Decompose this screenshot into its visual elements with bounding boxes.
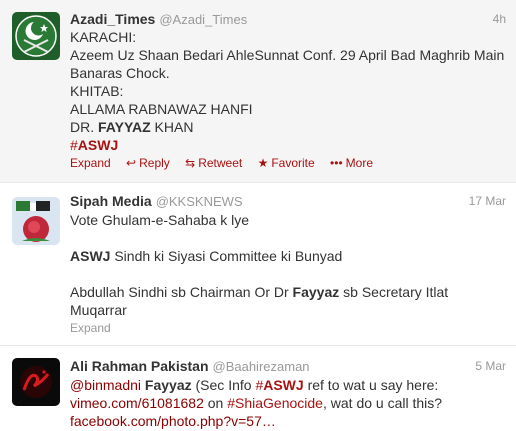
search-term-highlight: ASWJ bbox=[70, 248, 111, 264]
tweet-fullname[interactable]: Sipah Media bbox=[70, 193, 152, 209]
tweet-text-line: Muqarrar bbox=[70, 302, 127, 318]
text-segment: DR. bbox=[70, 119, 98, 135]
tweet[interactable]: Sipah Media @KKSKNEWS 17 Mar Vote Ghulam-… bbox=[0, 183, 516, 346]
retweet-label: Retweet bbox=[198, 156, 243, 170]
hashtag-text: ASWJ bbox=[77, 137, 119, 153]
hash-symbol: # bbox=[70, 137, 78, 153]
tweet-text-line: Abdullah Sindhi sb Chairman Or Dr Fayyaz… bbox=[70, 283, 506, 301]
tweet-actions: Expand ↩ Reply ⇆ Retweet ★ Favorite ••• More bbox=[70, 155, 385, 171]
search-term-highlight: FAYYAZ bbox=[98, 119, 151, 135]
tweet-header: Sipah Media @KKSKNEWS 17 Mar bbox=[70, 192, 506, 211]
hashtag-text: ASWJ bbox=[263, 377, 304, 393]
favorite-button[interactable]: ★ Favorite bbox=[258, 155, 315, 171]
ellipsis-icon: ••• bbox=[330, 156, 343, 170]
hashtag-shiagenocide[interactable]: #ShiaGenocide bbox=[227, 395, 323, 411]
tweet-text: Vote Ghulam-e-Sahaba k lye ASWJ Sindh ki… bbox=[70, 211, 506, 319]
text-segment: sb Secretary Itlat bbox=[339, 284, 449, 300]
tweet-username[interactable]: @KKSKNEWS bbox=[156, 194, 243, 209]
retweet-icon: ⇆ bbox=[185, 156, 196, 170]
tweet-text-line: ASWJ Sindh ki Siyasi Committee ki Bunyad bbox=[70, 247, 506, 265]
tweet-text-line: Azeem Uz Shaan Bedari AhleSunnat Conf. 2… bbox=[70, 47, 505, 63]
text-segment: KHAN bbox=[150, 119, 194, 135]
tweet-text-line: KARACHI: bbox=[70, 29, 137, 45]
star-icon: ★ bbox=[257, 156, 269, 170]
tweet-fullname[interactable]: Azadi_Times bbox=[70, 11, 155, 27]
tweet-text-line: Vote Ghulam-e-Sahaba k lye bbox=[70, 212, 249, 228]
tweet-text-line: @binmadni Fayyaz (Sec Info #ASWJ ref to … bbox=[70, 376, 506, 394]
text-segment: , wat do u call this? bbox=[322, 395, 443, 411]
text-segment: on bbox=[203, 395, 228, 411]
tweet-header: Ali Rahman Pakistan @Baahirezaman 5 Mar bbox=[70, 357, 506, 376]
tweet-text-line: ALLAMA RABNAWAZ HANFI bbox=[70, 101, 253, 117]
tweet-text-line: facebook.com/photo.php?v=57… bbox=[70, 412, 506, 430]
reply-button[interactable]: ↩ Reply bbox=[126, 155, 170, 171]
reply-label: Reply bbox=[139, 156, 170, 170]
more-label: More bbox=[345, 156, 373, 170]
reply-arrow-icon: ↩ bbox=[126, 156, 137, 170]
mention-link[interactable]: @binmadni bbox=[70, 377, 141, 393]
tweet[interactable]: Ali Rahman Pakistan @Baahirezaman 5 Mar @… bbox=[0, 346, 516, 431]
hashtag-aswj[interactable]: #ASWJ bbox=[70, 136, 506, 154]
avatar-ali-calligraphy-icon[interactable] bbox=[12, 358, 60, 406]
vimeo-link[interactable]: vimeo.com/61081682 bbox=[70, 395, 204, 411]
tweet-fullname[interactable]: Ali Rahman Pakistan bbox=[70, 358, 209, 374]
tweet-text-line: DR. FAYYAZ KHAN bbox=[70, 118, 506, 136]
tweet[interactable]: Azadi_Times @Azadi_Times 4h KARACHI: Azee… bbox=[0, 0, 516, 183]
tweet-text-line: KHITAB: bbox=[70, 83, 124, 99]
text-segment: Sindh ki Siyasi Committee ki Bunyad bbox=[110, 248, 343, 264]
facebook-link[interactable]: facebook.com/photo.php?v=57… bbox=[70, 413, 276, 429]
expand-link[interactable]: Expand bbox=[70, 321, 111, 335]
avatar-flag-rose-icon[interactable] bbox=[12, 197, 60, 245]
tweet-timestamp[interactable]: 17 Mar bbox=[469, 192, 506, 210]
favorite-label: Favorite bbox=[271, 156, 315, 170]
expand-link[interactable]: Expand bbox=[70, 155, 111, 171]
search-term-highlight: Fayyaz bbox=[292, 284, 340, 300]
tweet-username[interactable]: @Azadi_Times bbox=[159, 12, 247, 27]
text-segment: ref to wat u say here: bbox=[303, 377, 439, 393]
avatar-pakistan-flag-swords-icon[interactable] bbox=[12, 12, 60, 60]
search-term-highlight: Fayyaz bbox=[144, 377, 192, 393]
text-segment: Abdullah Sindhi sb Chairman Or Dr bbox=[70, 284, 293, 300]
tweet-text-line: vimeo.com/61081682 on #ShiaGenocide, wat… bbox=[70, 394, 506, 412]
tweet-timestamp[interactable]: 5 Mar bbox=[475, 357, 506, 375]
tweet-timestamp[interactable]: 4h bbox=[493, 10, 506, 28]
tweet-text-line: Banaras Chock. bbox=[70, 65, 170, 81]
tweet-header: Azadi_Times @Azadi_Times 4h bbox=[70, 10, 506, 29]
text-segment: (Sec Info bbox=[191, 377, 256, 393]
more-button[interactable]: ••• More bbox=[330, 155, 373, 171]
tweet-text: @binmadni Fayyaz (Sec Info #ASWJ ref to … bbox=[70, 376, 506, 430]
tweet-username[interactable]: @Baahirezaman bbox=[213, 359, 310, 374]
tweet-text: KARACHI: Azeem Uz Shaan Bedari AhleSunna… bbox=[70, 28, 506, 154]
retweet-button[interactable]: ⇆ Retweet bbox=[185, 155, 242, 171]
hashtag-aswj[interactable]: #ASWJ bbox=[255, 377, 303, 393]
